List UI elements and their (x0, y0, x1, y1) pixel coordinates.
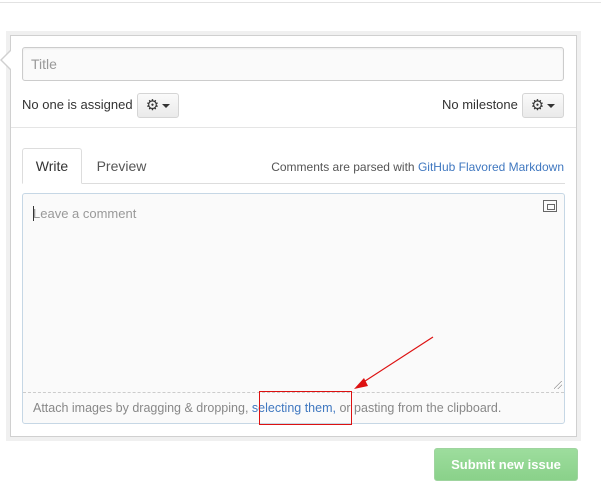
attach-suffix-text: or pasting from the clipboard. (339, 401, 502, 415)
milestone-settings-button[interactable]: ⚙ (522, 93, 564, 118)
markdown-hint-text: Comments are parsed with (271, 160, 415, 174)
markdown-help-link[interactable]: GitHub Flavored Markdown (418, 160, 564, 174)
chevron-down-icon (547, 103, 556, 108)
attach-images-bar[interactable]: Attach images by dragging & dropping, se… (23, 392, 564, 423)
tab-write[interactable]: Write (22, 148, 82, 184)
gear-icon: ⚙ (145, 96, 160, 114)
title-input[interactable] (22, 47, 564, 81)
select-files-link[interactable]: selecting them, (252, 401, 336, 415)
top-divider (0, 0, 601, 3)
fullscreen-icon[interactable] (543, 200, 557, 212)
assignee-settings-button[interactable]: ⚙ (137, 93, 179, 118)
milestone-status: No milestone (442, 97, 518, 112)
assignee-status: No one is assigned (22, 97, 133, 112)
section-divider (11, 127, 576, 128)
resize-handle[interactable] (554, 381, 562, 389)
comment-box: Attach images by dragging & dropping, se… (22, 193, 565, 424)
comment-textarea[interactable] (23, 194, 564, 392)
attach-prefix-text: Attach images by dragging & dropping, (33, 401, 249, 415)
gear-icon: ⚙ (530, 96, 545, 114)
text-cursor (33, 206, 34, 221)
new-issue-form: No one is assigned ⚙ No milestone ⚙ Writ… (0, 35, 577, 437)
tab-preview[interactable]: Preview (89, 148, 154, 184)
submit-issue-button[interactable]: Submit new issue (434, 448, 578, 481)
chevron-down-icon (162, 103, 171, 108)
panel-pointer-fill (2, 51, 11, 69)
markdown-hint: Comments are parsed with GitHub Flavored… (271, 160, 564, 174)
